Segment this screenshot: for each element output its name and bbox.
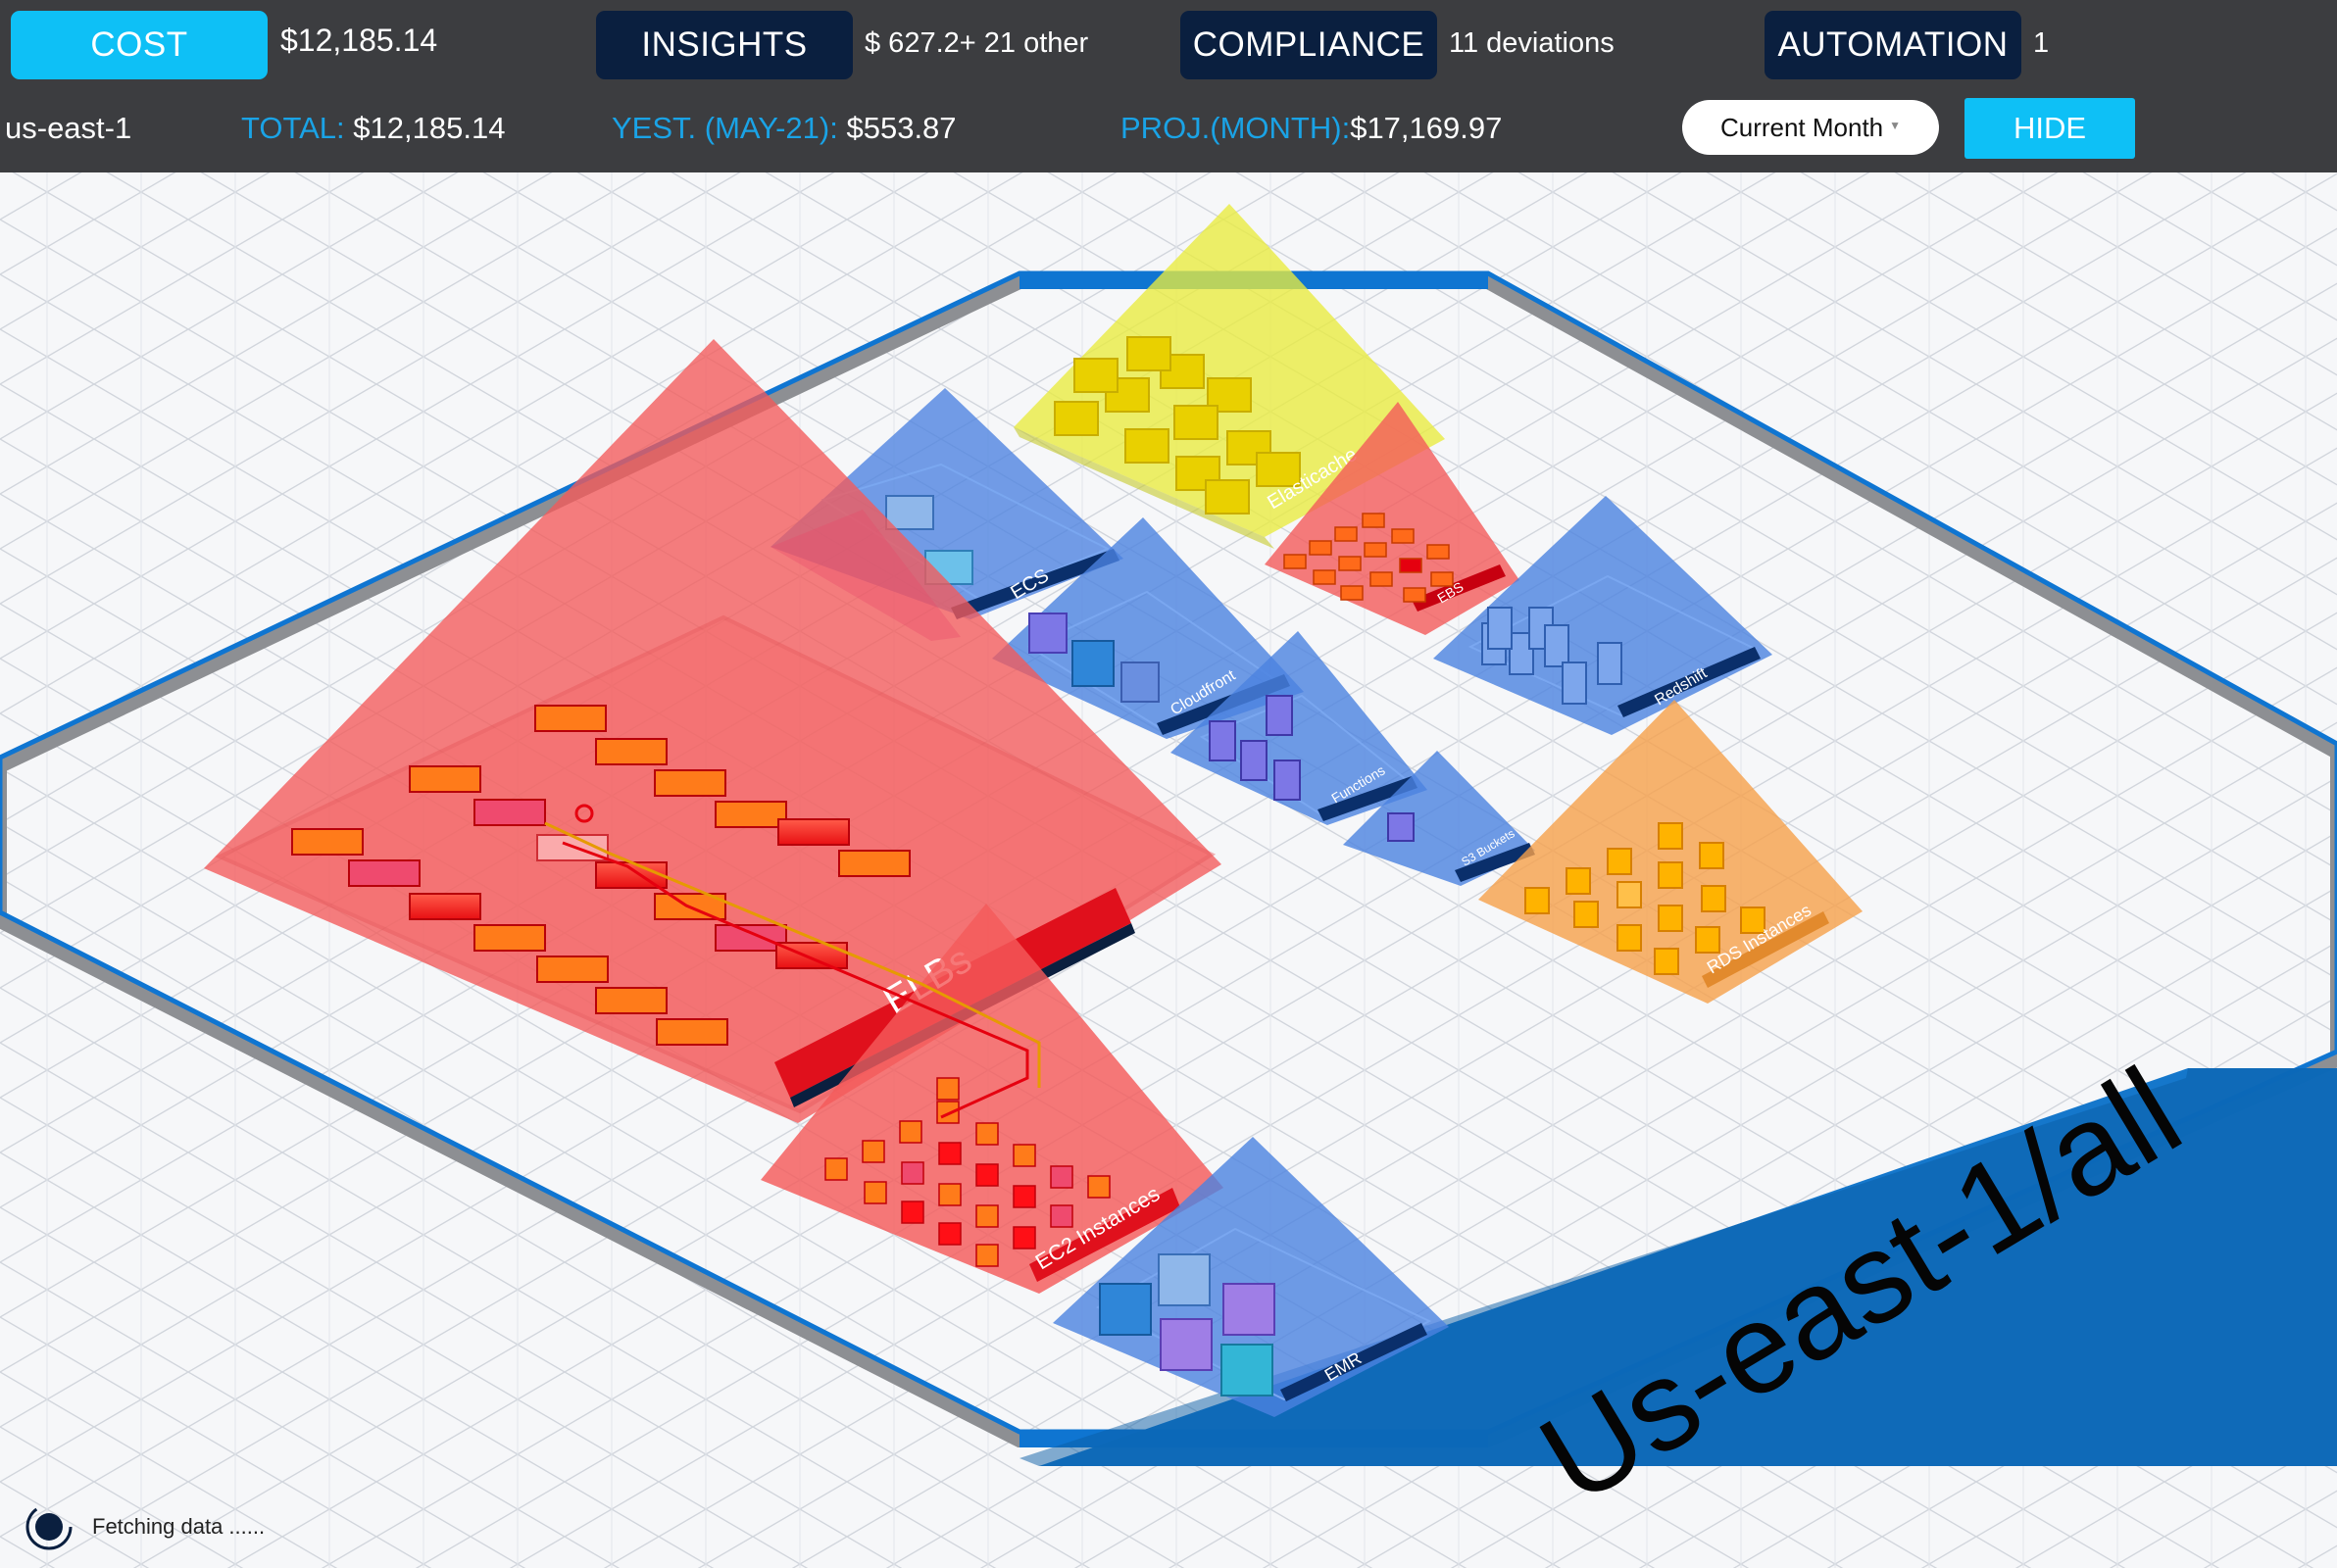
projected-cost: PROJ.(MONTH):$17,169.97 bbox=[1120, 111, 1502, 146]
loading-spinner-icon bbox=[25, 1503, 73, 1550]
top-bar: COST $12,185.14 INSIGHTS $ 627.2+ 21 oth… bbox=[0, 0, 2337, 172]
total-cost: TOTAL: $12,185.14 bbox=[241, 111, 505, 146]
total-label: TOTAL: bbox=[241, 111, 345, 145]
isometric-scene[interactable]: Us-east-1/all Elasticache ECS EBS Redshi… bbox=[0, 172, 2337, 1568]
tab-cost[interactable]: COST bbox=[11, 11, 268, 79]
region-name: us-east-1 bbox=[5, 111, 132, 145]
tab-compliance[interactable]: COMPLIANCE bbox=[1180, 11, 1437, 79]
proj-label: PROJ.(MONTH): bbox=[1120, 111, 1351, 145]
total-value: $12,185.14 bbox=[353, 111, 506, 145]
chevron-down-icon: ▼ bbox=[1889, 119, 1902, 132]
yest-value: $553.87 bbox=[846, 111, 957, 145]
yest-label: YEST. (MAY-21): bbox=[612, 111, 838, 145]
period-select[interactable]: Current Month ▼ bbox=[1682, 100, 1939, 155]
period-select-value: Current Month bbox=[1719, 112, 1884, 142]
compliance-value: 11 deviations bbox=[1449, 27, 1615, 59]
automation-value: 1 bbox=[2033, 27, 2050, 59]
proj-value: $17,169.97 bbox=[1350, 111, 1503, 145]
s3-bucket bbox=[1387, 812, 1415, 842]
status-indicator: Fetching data ...... bbox=[22, 1499, 265, 1554]
cost-value: $12,185.14 bbox=[280, 23, 438, 58]
insights-value: $ 627.2+ 21 other bbox=[865, 27, 1089, 59]
hide-button[interactable]: HIDE bbox=[1964, 98, 2135, 159]
status-text: Fetching data ...... bbox=[92, 1514, 266, 1539]
yesterday-cost: YEST. (MAY-21): $553.87 bbox=[612, 111, 957, 146]
tab-automation[interactable]: AUTOMATION bbox=[1765, 11, 2021, 79]
tab-insights[interactable]: INSIGHTS bbox=[596, 11, 853, 79]
